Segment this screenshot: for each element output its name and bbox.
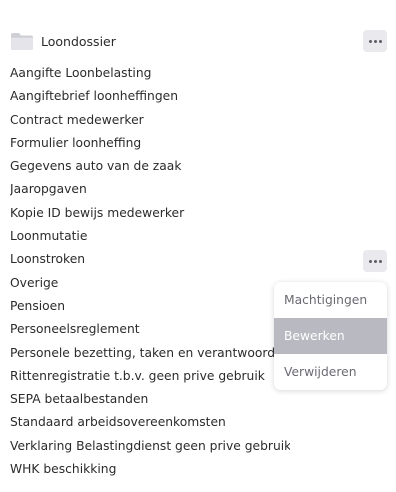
file-list: Aangifte Loonbelasting Aangiftebrief loo… <box>10 62 290 481</box>
file-item-personele-bezetting[interactable]: Personele bezetting, taken en verantwoor… <box>10 342 290 365</box>
loonstroken-more-button[interactable] <box>363 250 387 272</box>
folder-more-button[interactable] <box>363 30 387 52</box>
file-item-standaard-arbeidsovereenkomsten[interactable]: Standaard arbeidsovereenkomsten <box>10 411 290 434</box>
file-item-formulier-loonheffing[interactable]: Formulier loonheffing <box>10 132 290 155</box>
context-menu: Machtigingen Bewerken Verwijderen <box>274 282 387 390</box>
file-item-contract-medewerker[interactable]: Contract medewerker <box>10 109 290 132</box>
folder-header[interactable]: Loondossier <box>10 30 116 52</box>
file-item-gegevens-auto[interactable]: Gegevens auto van de zaak <box>10 155 290 178</box>
file-item-rittenregistratie[interactable]: Rittenregistratie t.b.v. geen prive gebr… <box>10 365 290 388</box>
menu-item-bewerken[interactable]: Bewerken <box>274 318 387 354</box>
file-item-verklaring-belastingdienst[interactable]: Verklaring Belastingdienst geen prive ge… <box>10 435 290 458</box>
file-item-overige[interactable]: Overige <box>10 272 290 295</box>
file-item-jaaropgaven[interactable]: Jaaropgaven <box>10 178 290 201</box>
folder-title: Loondossier <box>41 33 116 49</box>
document-panel: Loondossier Aangifte Loonbelasting Aangi… <box>0 0 396 492</box>
file-item-loonstroken[interactable]: Loonstroken <box>10 248 290 271</box>
file-item-sepa-betaalbestanden[interactable]: SEPA betaalbestanden <box>10 388 290 411</box>
menu-item-verwijderen[interactable]: Verwijderen <box>274 354 387 390</box>
file-item-loonmutatie[interactable]: Loonmutatie <box>10 225 290 248</box>
folder-icon <box>10 31 34 51</box>
file-item-whk-beschikking[interactable]: WHK beschikking <box>10 458 290 481</box>
file-item-aangiftebrief-loonheffingen[interactable]: Aangiftebrief loonheffingen <box>10 85 290 108</box>
more-horizontal-icon <box>368 39 382 43</box>
menu-item-machtigingen[interactable]: Machtigingen <box>274 282 387 318</box>
file-item-kopie-id[interactable]: Kopie ID bewijs medewerker <box>10 202 290 225</box>
file-item-personeelsreglement[interactable]: Personeelsreglement <box>10 318 290 341</box>
file-item-pensioen[interactable]: Pensioen <box>10 295 290 318</box>
file-item-aangifte-loonbelasting[interactable]: Aangifte Loonbelasting <box>10 62 290 85</box>
more-horizontal-icon <box>368 259 382 263</box>
